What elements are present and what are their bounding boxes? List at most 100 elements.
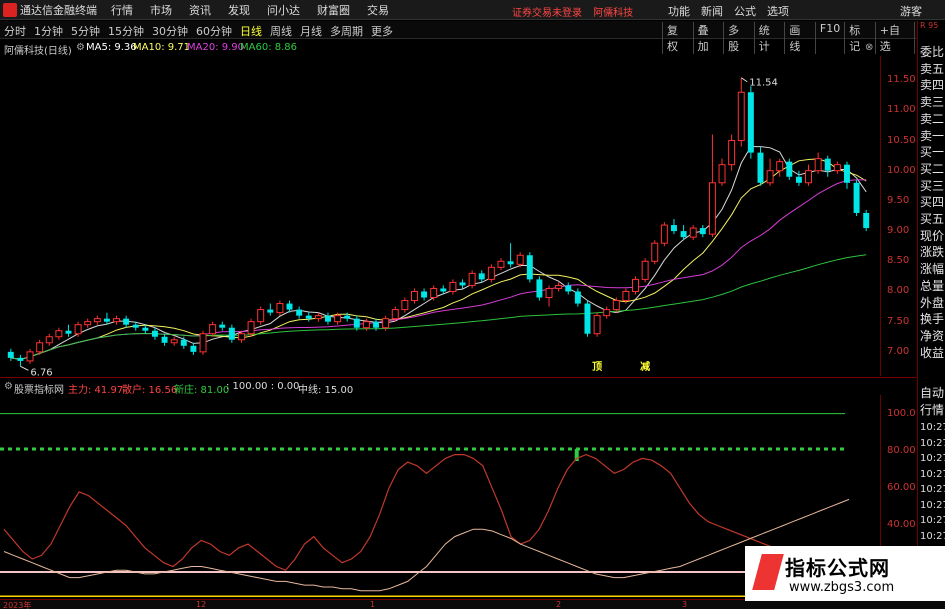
period-tab[interactable]: 分时	[4, 23, 26, 39]
collapse-icon[interactable]: ⊗	[865, 42, 873, 53]
price-tick: 11.50	[887, 74, 916, 86]
mid-label: 中线: 15.00	[298, 385, 354, 396]
ma10-line	[10, 158, 867, 360]
menu-gongshi[interactable]: 公式	[734, 3, 756, 19]
candle-body	[190, 345, 197, 352]
candle-body	[228, 327, 235, 340]
side-tab[interactable]: 行情	[918, 401, 945, 418]
app-logo-icon	[3, 2, 17, 17]
date-label: 3	[682, 600, 688, 609]
candle-body	[26, 351, 34, 362]
period-tab[interactable]: 日线	[240, 23, 262, 39]
low-price-label: 6.76	[30, 367, 52, 376]
candle-body	[449, 281, 457, 292]
candle-body	[65, 330, 72, 334]
indicator-tick: 100.0	[887, 407, 916, 419]
candle-body	[863, 212, 870, 229]
price-tick: 9.50	[887, 194, 910, 206]
period-tab[interactable]: 30分钟	[152, 23, 188, 39]
menu-shichang[interactable]: 市场	[150, 2, 172, 18]
quote-field-label: 委比	[920, 45, 945, 59]
watermark-url: www.zbgs3.com	[789, 580, 895, 595]
quote-field-label: 买三	[920, 178, 945, 193]
candle-body	[151, 330, 158, 337]
quote-field-label: 卖五	[920, 61, 945, 76]
candle-body	[199, 333, 207, 353]
candle-body	[430, 287, 438, 299]
candle-body	[593, 315, 601, 335]
settings-gear-icon[interactable]: ⚙	[76, 42, 85, 53]
period-tab[interactable]: 周线	[270, 23, 292, 39]
period-tab[interactable]: 1分钟	[34, 23, 63, 39]
guest-label[interactable]: 游客	[900, 3, 922, 19]
trade-login-status[interactable]: 证券交易未登录	[512, 8, 582, 19]
candle-body	[219, 324, 226, 328]
candle-body	[55, 330, 63, 338]
candle-body	[487, 266, 495, 280]
candle-body	[440, 288, 447, 292]
candle-body	[805, 170, 813, 184]
period-tab[interactable]: 更多	[371, 23, 393, 39]
period-tab[interactable]: 5分钟	[71, 23, 100, 39]
date-label: 1	[370, 600, 376, 609]
period-tab[interactable]: 多周期	[330, 23, 363, 39]
tool-button[interactable]: +自选	[874, 22, 915, 54]
panel-divider[interactable]	[0, 377, 916, 378]
tick-time: 10:27	[920, 530, 945, 542]
indicator-gear-icon[interactable]: ⚙	[4, 381, 13, 392]
indicator-name: 股票指标网	[14, 385, 64, 396]
candle-body	[680, 231, 687, 238]
candlestick-chart[interactable]: 11.54 6.76 顶 减	[0, 56, 895, 376]
candle-body	[786, 161, 793, 177]
menu-zixun[interactable]: 资讯	[189, 2, 211, 18]
period-tab[interactable]: 60分钟	[196, 23, 232, 39]
quote-field-label: 买二	[920, 161, 945, 176]
candle-body	[651, 242, 659, 262]
candle-body	[516, 254, 524, 265]
menu-jiaoyi[interactable]: 交易	[367, 2, 389, 18]
candle-body	[180, 339, 187, 346]
candle-body	[545, 287, 553, 299]
side-top-label: R 95	[920, 21, 939, 30]
menu-caifuquan[interactable]: 财富圈	[317, 2, 350, 18]
high-price-label: 11.54	[749, 78, 778, 89]
period-tab[interactable]: 月线	[300, 23, 322, 39]
menu-faxian[interactable]: 发现	[228, 2, 250, 18]
candle-body	[247, 321, 255, 335]
candle-body	[670, 225, 677, 232]
menu-xinwen[interactable]: 新闻	[701, 3, 723, 19]
candle-body	[237, 333, 245, 341]
chart-header: 阿儒科技(日线) ⚙ MA5: 9.36 MA10: 9.71 MA20: 9.…	[0, 41, 880, 57]
menu-xuanxiang[interactable]: 选项	[767, 3, 789, 19]
extra-values: : 100.00 : 0.00	[226, 381, 300, 392]
ma20-line	[10, 179, 867, 360]
menu-wenxiaoda[interactable]: 问小达	[267, 2, 300, 18]
candle-body	[478, 273, 485, 280]
date-label: 2	[556, 600, 562, 609]
candle-body	[36, 342, 44, 353]
price-tick: 7.00	[887, 345, 910, 357]
high-pointer	[740, 77, 748, 83]
candle-body	[161, 336, 168, 343]
candle-body	[737, 91, 745, 142]
candle-body	[507, 261, 514, 265]
quote-field-label: 涨幅	[920, 262, 945, 277]
candle-body	[660, 224, 668, 244]
candle-body	[795, 176, 802, 183]
menu-hangqing[interactable]: 行情	[111, 2, 133, 18]
indicator-header: ⚙ 股票指标网 主力: 41.97 散户: 16.56 新庄: 81.00 : …	[0, 381, 880, 396]
candle-body	[7, 351, 14, 358]
candle-body	[824, 158, 831, 171]
candle-body	[574, 291, 581, 304]
quote-field-label: 现价	[920, 228, 945, 243]
side-tab[interactable]: 自动	[918, 384, 945, 401]
price-tick: 10.50	[887, 134, 916, 146]
ma5-line	[10, 146, 867, 360]
tick-time: 10:27	[920, 484, 945, 495]
candle-body	[314, 315, 322, 320]
candle-body	[267, 309, 274, 313]
period-tab[interactable]: 15分钟	[108, 23, 144, 39]
candle-body	[689, 227, 697, 238]
menu-gongneng[interactable]: 功能	[668, 3, 690, 19]
candle-body	[353, 318, 360, 328]
